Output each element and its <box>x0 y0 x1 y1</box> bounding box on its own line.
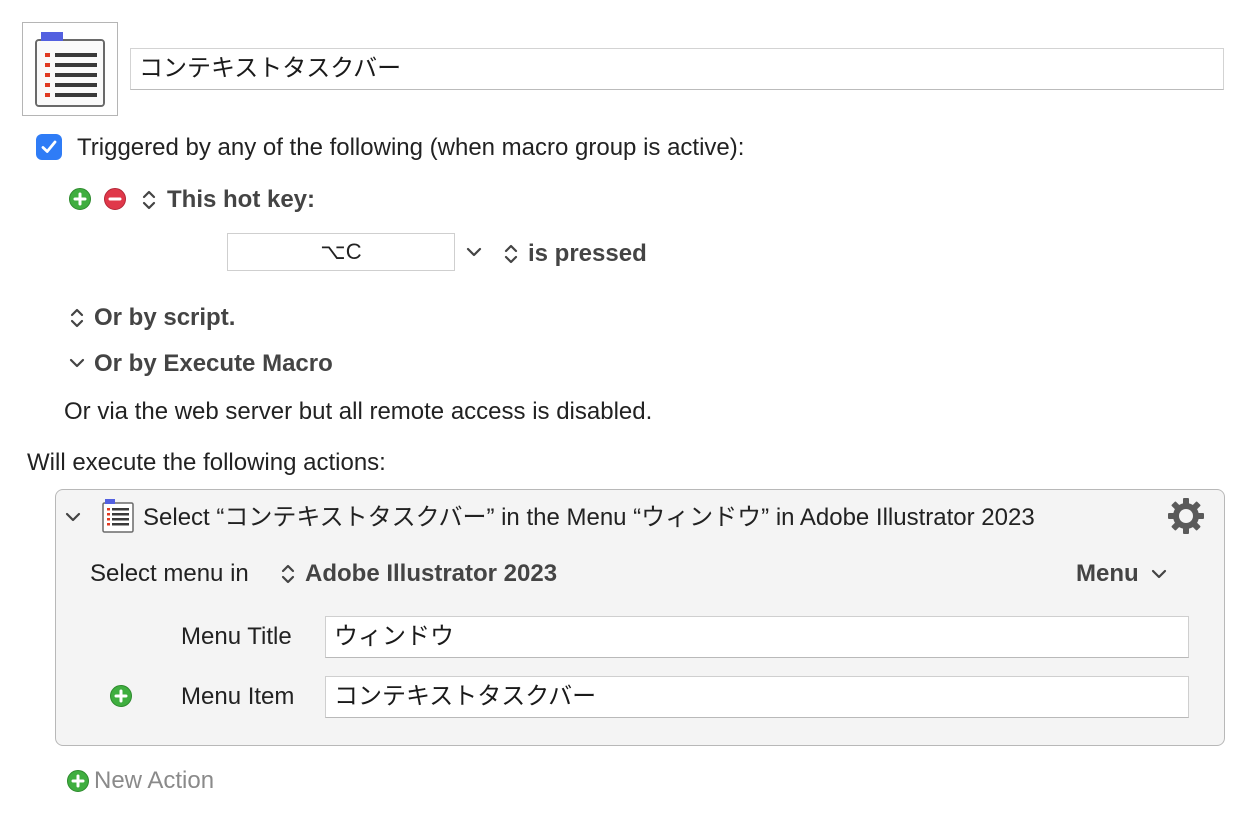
hotkey-field[interactable]: ⌥C <box>227 233 455 271</box>
action-title: Select “コンテキストタスクバー” in the Menu “ウィンドウ”… <box>143 504 1035 531</box>
plus-icon <box>114 689 128 703</box>
select-menu-in-label: Select menu in <box>90 560 249 587</box>
updown-chevron-icon[interactable] <box>502 242 520 266</box>
menu-item-field[interactable]: コンテキストタスクバー <box>325 676 1189 718</box>
minus-icon <box>108 197 122 201</box>
hotkey-condition-popup[interactable]: is pressed <box>528 240 647 268</box>
or-by-script-popup[interactable]: Or by script. <box>94 304 235 332</box>
chevron-down-icon[interactable] <box>64 510 82 524</box>
updown-chevron-icon[interactable] <box>140 188 158 212</box>
gear-icon[interactable] <box>1166 496 1206 536</box>
chevron-down-icon[interactable] <box>68 356 86 370</box>
macro-icon-well[interactable] <box>22 22 118 116</box>
menu-dropdown[interactable]: Menu <box>1076 560 1139 588</box>
menu-title-label: Menu Title <box>181 623 292 650</box>
macro-list-icon <box>35 32 105 107</box>
web-server-note: Or via the web server but all remote acc… <box>64 398 653 425</box>
new-action-button[interactable]: New Action <box>94 767 214 795</box>
hotkey-trigger-label: This hot key: <box>167 186 316 213</box>
menu-title-field[interactable]: ウィンドウ <box>325 616 1189 658</box>
updown-chevron-icon[interactable] <box>279 562 297 586</box>
macro-name-field[interactable]: コンテキストタスクバー <box>130 48 1224 90</box>
new-action-button-icon[interactable] <box>67 770 89 792</box>
plus-icon <box>73 192 87 206</box>
application-popup[interactable]: Adobe Illustrator 2023 <box>305 560 557 588</box>
add-menu-item-button[interactable] <box>110 685 132 707</box>
trigger-checkbox-label: Triggered by any of the following (when … <box>77 134 745 161</box>
actions-heading: Will execute the following actions: <box>27 449 386 476</box>
checkmark-icon <box>41 140 57 153</box>
chevron-down-icon[interactable] <box>465 245 483 259</box>
chevron-down-icon[interactable] <box>1150 567 1168 581</box>
menu-item-label: Menu Item <box>181 683 295 710</box>
action-list-icon <box>102 499 134 533</box>
remove-trigger-button[interactable] <box>104 188 126 210</box>
trigger-enabled-checkbox[interactable] <box>36 134 62 160</box>
or-by-execute-macro-disclosure[interactable]: Or by Execute Macro <box>94 350 333 378</box>
updown-chevron-icon[interactable] <box>68 306 86 330</box>
plus-icon <box>71 774 85 788</box>
add-trigger-button[interactable] <box>69 188 91 210</box>
